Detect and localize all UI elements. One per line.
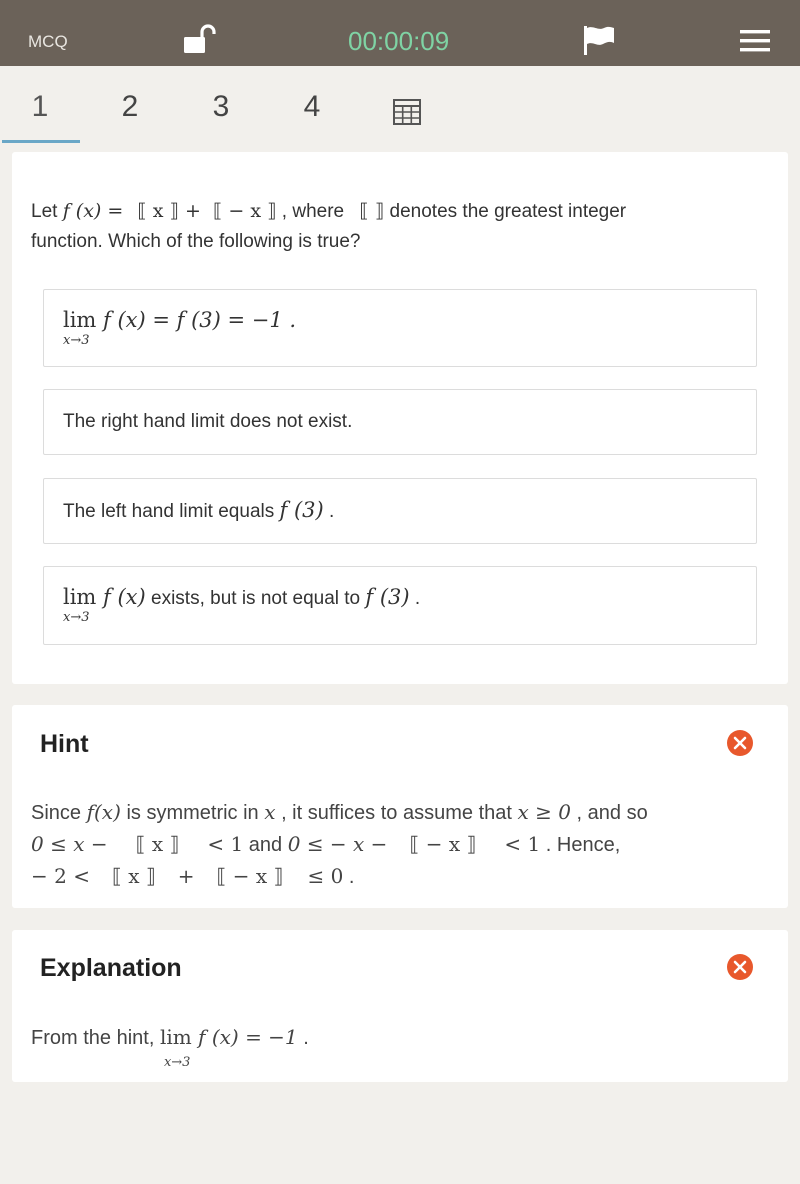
tab-question-2[interactable]: 2 bbox=[110, 90, 150, 124]
option-2[interactable]: The right hand limit does not exist. bbox=[43, 389, 757, 455]
mode-label: MCQ bbox=[28, 32, 68, 51]
active-tab-indicator bbox=[2, 140, 80, 143]
explanation-title: Explanation bbox=[40, 954, 182, 982]
grid-icon[interactable] bbox=[393, 99, 421, 125]
option-3[interactable]: The left hand limit equals f (3) . bbox=[43, 478, 757, 544]
option-1[interactable]: lim x→3 f (x) = f (3) = −1 . bbox=[43, 289, 757, 367]
close-icon bbox=[733, 960, 747, 974]
tab-question-4[interactable]: 4 bbox=[292, 90, 332, 124]
flag-icon[interactable] bbox=[582, 24, 616, 56]
hamburger-menu-icon[interactable] bbox=[740, 30, 770, 52]
option-4[interactable]: lim x→3 f (x) exists, but is not equal to… bbox=[43, 566, 757, 645]
hint-body: Since f(x) is symmetric in x , it suffic… bbox=[31, 800, 648, 888]
hint-card: Hint Since f(x) is symmetric in x , it s… bbox=[12, 705, 788, 908]
question-text: Let f (x) = ⟦ x ⟧ + ⟦ − x ⟧ , where ⟦ ⟧ … bbox=[31, 200, 627, 252]
explanation-card: Explanation From the hint, lim x→3 f (x) … bbox=[12, 930, 788, 1082]
timer: 00:00:09 bbox=[348, 26, 450, 56]
unlock-icon[interactable] bbox=[182, 24, 216, 54]
close-explanation-button[interactable] bbox=[727, 954, 753, 980]
top-bar: MCQ 00:00:09 bbox=[0, 0, 800, 66]
hint-title: Hint bbox=[40, 730, 89, 758]
question-card: Let f (x) = ⟦ x ⟧ + ⟦ − x ⟧ , where ⟦ ⟧ … bbox=[12, 152, 788, 684]
tab-question-1[interactable]: 1 bbox=[20, 90, 60, 124]
close-hint-button[interactable] bbox=[727, 730, 753, 756]
question-tabs: 1 2 3 4 bbox=[0, 66, 800, 144]
explanation-body: From the hint, lim x→3 f (x) = −1 . bbox=[31, 1025, 309, 1070]
close-icon bbox=[733, 736, 747, 750]
tab-question-3[interactable]: 3 bbox=[201, 90, 241, 124]
